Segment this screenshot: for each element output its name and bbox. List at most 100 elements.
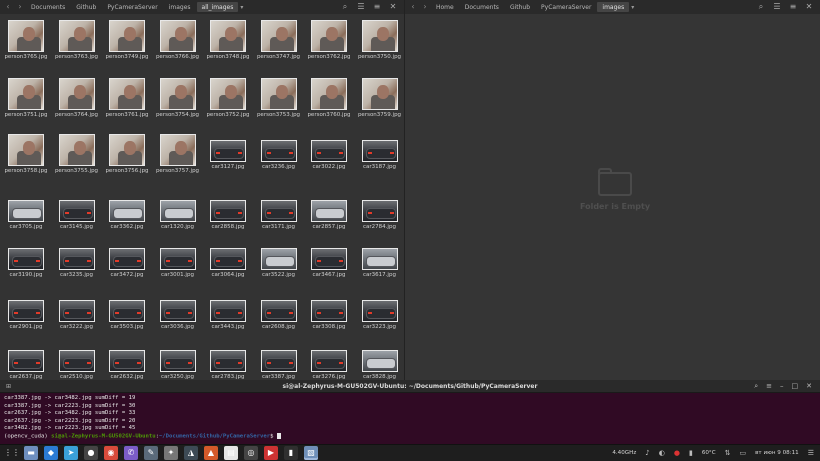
file-item[interactable]: car3127.jpg <box>203 134 253 171</box>
image-viewer-icon[interactable]: ▧ <box>304 446 318 460</box>
file-item[interactable]: car3171.jpg <box>254 194 304 231</box>
menu-icon[interactable]: ≡ <box>788 1 798 13</box>
notifications-icon[interactable]: ☰ <box>808 449 814 457</box>
menu-icon[interactable]: ≡ <box>372 1 382 13</box>
file-item[interactable]: car3617.jpg <box>355 242 405 279</box>
file-item[interactable]: person3748.jpg <box>203 20 253 61</box>
file-item[interactable]: car3443.jpg <box>203 294 253 331</box>
record-icon[interactable]: ● <box>674 449 680 457</box>
forward-icon[interactable]: › <box>14 2 26 12</box>
file-item[interactable]: car2858.jpg <box>203 194 253 231</box>
file-item[interactable]: person3756.jpg <box>102 134 152 175</box>
github-icon[interactable]: ● <box>84 446 98 460</box>
chrome-icon[interactable]: ◉ <box>104 446 118 460</box>
file-item[interactable]: car3387.jpg <box>254 344 304 381</box>
breadcrumb-home[interactable]: Home <box>431 2 459 12</box>
file-item[interactable]: car3235.jpg <box>52 242 102 279</box>
minimize-icon[interactable]: – <box>780 380 784 393</box>
file-item[interactable]: car3236.jpg <box>254 134 304 171</box>
network-icon[interactable]: ⇅ <box>725 449 731 457</box>
terminal-icon[interactable]: ▮ <box>284 446 298 460</box>
file-item[interactable]: person3763.jpg <box>52 20 102 61</box>
breadcrumb-github[interactable]: Github <box>71 2 101 12</box>
file-item[interactable]: car3828.jpg <box>355 344 405 381</box>
forward-icon[interactable]: › <box>419 2 431 12</box>
file-item[interactable]: car2510.jpg <box>52 344 102 381</box>
file-item[interactable]: person3761.jpg <box>102 78 152 119</box>
maximize-icon[interactable]: □ <box>792 380 799 393</box>
breadcrumb-github[interactable]: Github <box>505 2 535 12</box>
file-item[interactable]: car1320.jpg <box>153 194 203 231</box>
chevron-down-icon[interactable]: ▾ <box>631 4 634 11</box>
file-item[interactable]: person3764.jpg <box>52 78 102 119</box>
file-item[interactable]: person3765.jpg <box>1 20 51 61</box>
file-item[interactable]: person3759.jpg <box>355 78 405 119</box>
search-icon[interactable]: ⌕ <box>756 1 766 13</box>
back-icon[interactable]: ‹ <box>407 2 419 12</box>
battery-icon[interactable]: ▭ <box>740 449 747 457</box>
file-item[interactable]: car3145.jpg <box>52 194 102 231</box>
file-item[interactable]: person3760.jpg <box>304 78 354 119</box>
view-toggle-icon[interactable]: ☰ <box>356 1 366 13</box>
file-item[interactable]: car3064.jpg <box>203 242 253 279</box>
files-icon[interactable]: ▬ <box>24 446 38 460</box>
file-item[interactable]: car3190.jpg <box>1 242 51 279</box>
file-item[interactable]: person3750.jpg <box>355 20 405 61</box>
file-item[interactable]: person3757.jpg <box>153 134 203 175</box>
file-item[interactable]: car3705.jpg <box>1 194 51 231</box>
breadcrumb-pycameraserver[interactable]: PyCameraServer <box>102 2 162 12</box>
viber-icon[interactable]: ✆ <box>124 446 138 460</box>
search-icon[interactable]: ⌕ <box>754 380 758 393</box>
gimp-icon[interactable]: ✦ <box>164 446 178 460</box>
file-item[interactable]: person3766.jpg <box>153 20 203 61</box>
file-item[interactable]: person3753.jpg <box>254 78 304 119</box>
media-icon[interactable]: ▶ <box>264 446 278 460</box>
back-icon[interactable]: ‹ <box>2 2 14 12</box>
file-item[interactable]: person3755.jpg <box>52 134 102 175</box>
terminal-window[interactable]: ⊞ si@al-Zephyrus-M-GU502GV-Ubuntu: ~/Doc… <box>0 380 820 444</box>
file-item[interactable]: car3522.jpg <box>254 242 304 279</box>
file-item[interactable]: car3276.jpg <box>304 344 354 381</box>
apps-grid-icon[interactable]: ⋮⋮ <box>4 446 20 460</box>
file-item[interactable]: car3467.jpg <box>304 242 354 279</box>
file-item[interactable]: person3752.jpg <box>203 78 253 119</box>
breadcrumb-images[interactable]: images <box>164 2 196 12</box>
file-item[interactable]: car3362.jpg <box>102 194 152 231</box>
telegram-icon[interactable]: ➤ <box>64 446 78 460</box>
breadcrumb-pycameraserver[interactable]: PyCameraServer <box>536 2 596 12</box>
menu-icon[interactable]: ≡ <box>766 380 772 393</box>
breadcrumb-all-images[interactable]: all_images <box>196 2 239 12</box>
close-icon[interactable]: ✕ <box>806 380 812 393</box>
view-toggle-icon[interactable]: ☰ <box>772 1 782 13</box>
file-item[interactable]: car3001.jpg <box>153 242 203 279</box>
file-item[interactable]: car2632.jpg <box>102 344 152 381</box>
file-item[interactable]: car2784.jpg <box>355 194 405 231</box>
file-item[interactable]: person3758.jpg <box>1 134 51 175</box>
file-item[interactable]: car3022.jpg <box>304 134 354 171</box>
microphone-icon[interactable]: ♪ <box>645 449 649 457</box>
file-item[interactable]: car3472.jpg <box>102 242 152 279</box>
file-item[interactable]: car3503.jpg <box>102 294 152 331</box>
search-icon[interactable]: ⌕ <box>340 1 350 13</box>
file-item[interactable]: car2637.jpg <box>1 344 51 381</box>
breadcrumb-images[interactable]: images <box>597 2 630 12</box>
file-item[interactable]: car3223.jpg <box>355 294 405 331</box>
file-item[interactable]: car3036.jpg <box>153 294 203 331</box>
terminal-output[interactable]: car3387.jpg -> car3482.jpg sumDiff = 19 c… <box>0 393 820 443</box>
chevron-down-icon[interactable]: ▾ <box>240 4 243 11</box>
file-item[interactable]: car3187.jpg <box>355 134 405 171</box>
close-icon[interactable]: ✕ <box>388 1 398 13</box>
store-icon[interactable]: ▲ <box>204 446 218 460</box>
file-item[interactable]: person3749.jpg <box>102 20 152 61</box>
file-item[interactable]: car2857.jpg <box>304 194 354 231</box>
volume-icon[interactable]: ◐ <box>659 449 665 457</box>
file-item[interactable]: car3250.jpg <box>153 344 203 381</box>
file-item[interactable]: car3222.jpg <box>52 294 102 331</box>
clock[interactable]: вт июн 9 08:11 <box>755 450 799 456</box>
file-item[interactable]: car2608.jpg <box>254 294 304 331</box>
file-item[interactable]: car2783.jpg <box>203 344 253 381</box>
monitor-icon[interactable]: ◮ <box>184 446 198 460</box>
file-item[interactable]: person3751.jpg <box>1 78 51 119</box>
vscode-icon[interactable]: ◆ <box>44 446 58 460</box>
file-item[interactable]: person3754.jpg <box>153 78 203 119</box>
